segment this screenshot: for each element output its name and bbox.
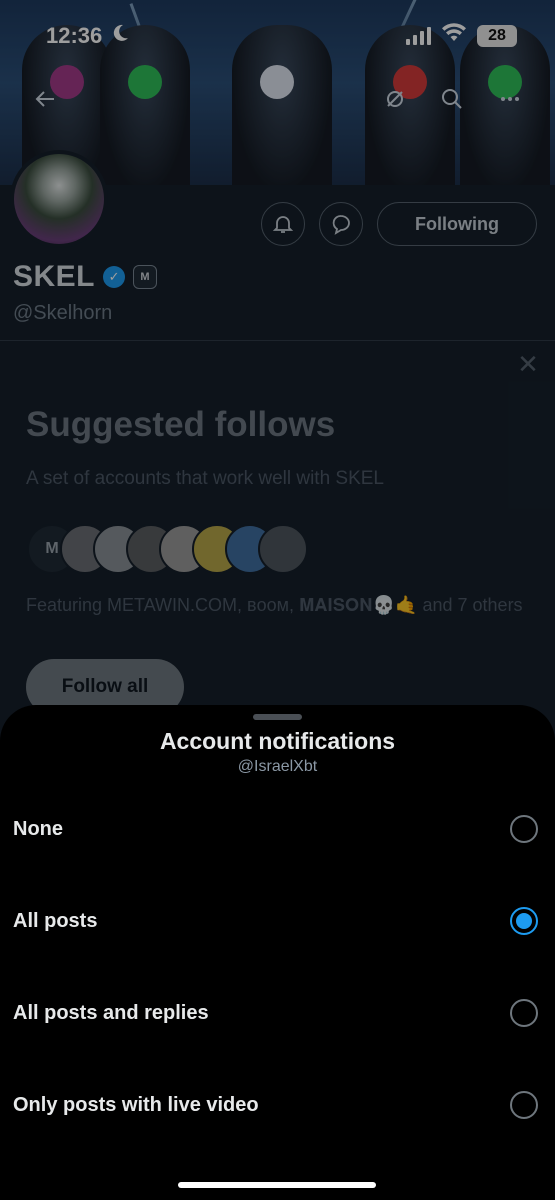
sheet-grabber[interactable] [253,714,302,720]
sheet-title: Account notifications [159,728,396,754]
option-none[interactable]: None [0,789,555,869]
option-label: All posts [13,909,98,932]
sheet-subtitle: @IsraelXbt [237,758,318,775]
radio-button[interactable] [510,815,538,843]
radio-button[interactable] [510,1091,538,1119]
home-indicator[interactable] [178,1182,376,1188]
account-notifications-sheet: Account notifications @IsraelXbt None Al… [0,705,555,1200]
radio-button[interactable] [510,999,538,1027]
radio-button[interactable] [510,907,538,935]
option-live-video[interactable]: Only posts with live video [0,1065,555,1145]
option-label: All posts and replies [13,1001,209,1024]
option-label: Only posts with live video [13,1093,259,1116]
option-label: None [13,817,63,840]
option-all-posts-and-replies[interactable]: All posts and replies [0,973,555,1053]
option-all-posts[interactable]: All posts [0,881,555,961]
